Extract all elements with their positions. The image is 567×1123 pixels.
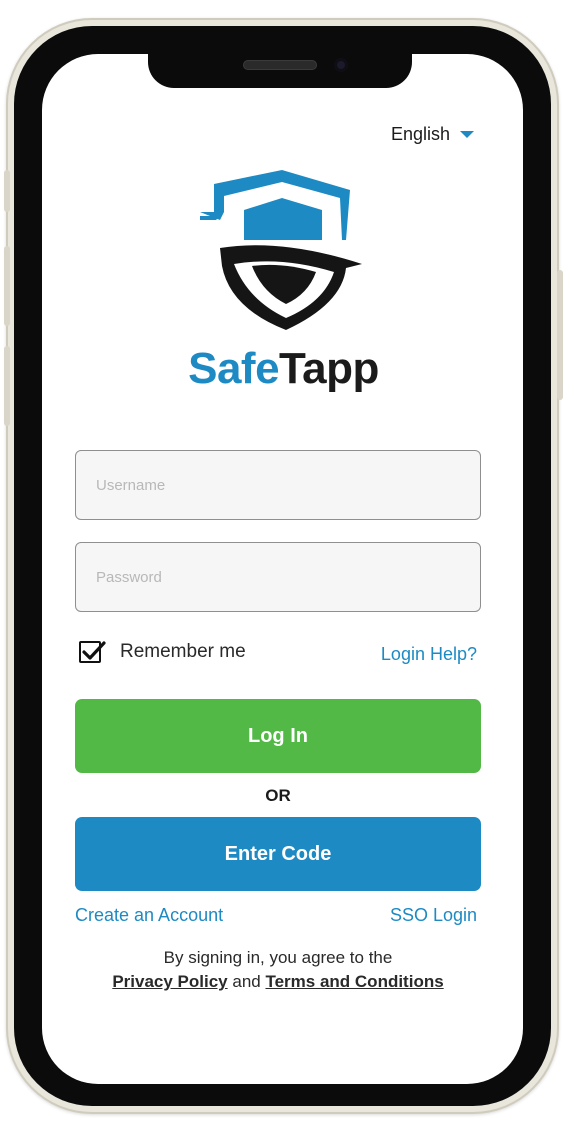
caret-down-icon [460, 131, 475, 138]
remember-me-label: Remember me [120, 641, 246, 662]
sso-login-link[interactable]: SSO Login [390, 905, 477, 926]
speaker-grille [243, 60, 317, 70]
front-camera [334, 58, 348, 72]
silent-switch [4, 170, 10, 212]
or-divider: OR [265, 786, 291, 805]
enter-code-button[interactable]: Enter Code [75, 817, 481, 891]
legal-links: Privacy Policy and Terms and Conditions [0, 972, 556, 992]
login-help-link[interactable]: Login Help? [381, 644, 477, 665]
password-input[interactable] [75, 542, 481, 612]
enter-code-button-label: Enter Code [224, 842, 332, 865]
shield-logo-icon [200, 170, 362, 330]
language-selector[interactable]: English [391, 124, 475, 145]
legal-and-text: and [232, 972, 261, 991]
terms-and-conditions-link[interactable]: Terms and Conditions [265, 972, 443, 991]
brand-part-safe: Safe [188, 344, 280, 393]
legal-notice: By signing in, you agree to the [163, 948, 393, 967]
username-input[interactable] [75, 450, 481, 520]
login-button[interactable]: Log In [75, 699, 481, 773]
checkmark-icon [82, 641, 106, 660]
brand-part-tapp: Tapp [279, 344, 379, 393]
volume-up-button [4, 246, 10, 326]
remember-me-checkbox[interactable] [79, 641, 106, 663]
brand-wordmark: SafeTapp [0, 344, 567, 394]
remember-me-toggle[interactable]: Remember me [79, 641, 246, 663]
language-label: English [391, 124, 451, 144]
create-account-link[interactable]: Create an Account [75, 905, 223, 926]
login-button-label: Log In [248, 724, 308, 747]
privacy-policy-link[interactable]: Privacy Policy [112, 972, 227, 991]
